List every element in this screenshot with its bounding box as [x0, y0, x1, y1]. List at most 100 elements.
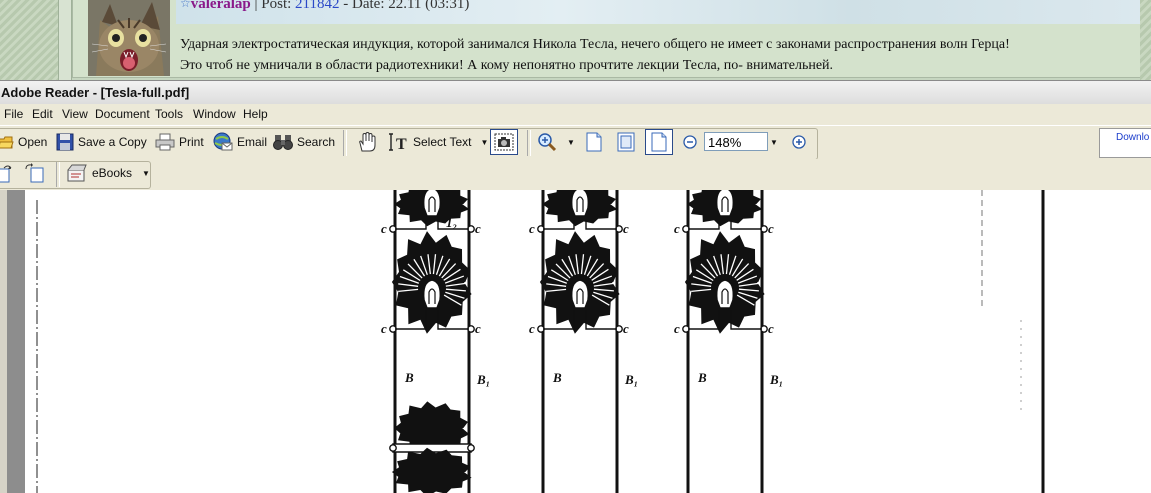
navigation-pane-track: [0, 190, 7, 493]
post-label: Post:: [261, 0, 292, 12]
navigation-pane-gutter[interactable]: [7, 190, 25, 493]
figure-terminal: [467, 444, 475, 452]
zoom-tool-dropdown-arrow-icon[interactable]: ▼: [567, 138, 575, 147]
figure-label-c: c: [768, 321, 774, 336]
camera-icon: [494, 133, 514, 151]
search-button[interactable]: Search: [273, 131, 335, 153]
rotate-button[interactable]: [0, 162, 18, 184]
zoom-level-input[interactable]: 148%: [704, 132, 768, 151]
post-body: Ударная электростатическая индукция, кот…: [180, 34, 1135, 76]
page-fit-icon: [617, 132, 635, 152]
toolbar-separator: [527, 130, 531, 156]
ebooks-label: eBooks: [92, 166, 133, 180]
menu-tools[interactable]: Tools: [155, 107, 183, 121]
rotate-page-left-icon: [25, 163, 44, 183]
printer-icon: [155, 133, 175, 151]
figure-label-c: c: [475, 221, 481, 236]
zoom-dropdown-arrow-icon: ▼: [770, 137, 778, 147]
post-author-link[interactable]: valeralap: [191, 0, 251, 12]
fit-page-button[interactable]: [617, 131, 639, 153]
ebooks-dropdown-arrow-icon[interactable]: ▼: [142, 169, 150, 178]
hand-icon: [359, 131, 376, 152]
date-label: Date:: [352, 0, 385, 12]
fit-width-button[interactable]: [645, 129, 673, 155]
document-viewport[interactable]: c c 1₂ c c B B₁ c c c c B B₁ c c c c B B₁: [0, 190, 1151, 493]
save-a-copy-label: Save a Copy: [78, 135, 147, 149]
figure-top-bulb: [422, 190, 442, 217]
actual-size-button[interactable]: [585, 131, 607, 153]
figure-label-c: c: [623, 221, 629, 236]
figure-label-c: c: [623, 321, 629, 336]
figure-label-b1: B₁: [769, 372, 783, 387]
figure-label-b1: B₁: [476, 372, 490, 387]
page-fit-width-icon: [651, 132, 667, 152]
menu-file[interactable]: File: [4, 107, 23, 121]
select-text-button[interactable]: T Select Text ▼: [389, 131, 488, 153]
zoom-out-button[interactable]: [683, 131, 701, 153]
floppy-disk-icon: [56, 133, 74, 151]
snapshot-tool-button[interactable]: [490, 129, 518, 155]
figure-label-b1: B₁: [624, 372, 638, 387]
open-label: Open: [18, 135, 48, 149]
zoom-dropdown-button[interactable]: ▼: [770, 131, 778, 153]
figure-label-c: c: [674, 321, 680, 336]
window-title: Adobe Reader - [Tesla-full.pdf]: [1, 85, 190, 100]
menu-help[interactable]: Help: [243, 107, 268, 121]
menu-edit[interactable]: Edit: [32, 107, 53, 121]
figure-lamp-bulb: [422, 279, 442, 309]
main-toolbar: Open Save a Copy Print Email Search T Se…: [0, 125, 1151, 160]
forum-post-strip: ☆valeralap | Post: 211842 - Date: 22.11 …: [0, 0, 1151, 80]
svg-text:T: T: [396, 136, 407, 152]
post-date: 22.11 (03:31): [388, 0, 470, 12]
open-button[interactable]: Open: [0, 131, 47, 153]
figure-label-b: B: [404, 370, 414, 385]
figure-label-c: c: [674, 221, 680, 236]
select-text-label: Select Text: [413, 135, 472, 149]
text-cursor-icon: T: [389, 133, 407, 152]
save-a-copy-button[interactable]: Save a Copy: [56, 131, 147, 153]
ebooks-button[interactable]: eBooks ▼: [66, 162, 150, 184]
zoom-in-button[interactable]: [792, 131, 810, 153]
email-label: Email: [237, 135, 268, 149]
window-titlebar[interactable]: Adobe Reader - [Tesla-full.pdf]: [0, 80, 1151, 105]
forum-column-border: [58, 0, 72, 80]
zoom-in-tool-button[interactable]: ▼: [537, 131, 575, 153]
figure-label-1-2: 1₂: [446, 215, 457, 230]
zoom-out-minus-icon: [683, 135, 697, 149]
avatar[interactable]: [88, 0, 170, 76]
post-number-link[interactable]: 211842: [295, 0, 339, 12]
open-folder-icon: [0, 136, 14, 149]
tesla-lamp-figure: c c 1₂ c c B B₁ c c c c B B₁ c c c c B B₁: [36, 190, 1045, 493]
select-text-dropdown-arrow-icon[interactable]: ▼: [480, 138, 488, 147]
toolbar-separator: [343, 130, 347, 156]
figure-terminal: [389, 444, 397, 452]
pdf-page: c c 1₂ c c B B₁ c c c c B B₁ c c c c B B₁: [25, 190, 1151, 493]
print-button[interactable]: Print: [155, 131, 204, 153]
page-actual-size-icon: [586, 132, 602, 152]
menu-window[interactable]: Window: [193, 107, 236, 121]
download-link[interactable]: Downlo: [1099, 128, 1151, 158]
figure-top-bulb: [570, 190, 590, 217]
user-star-icon: ☆: [180, 0, 191, 10]
forum-background-right: [1140, 0, 1151, 80]
rotate-page-icon: [0, 165, 12, 183]
menu-view[interactable]: View: [62, 107, 88, 121]
magnifier-plus-icon: [538, 133, 557, 152]
menu-document[interactable]: Document: [95, 107, 150, 121]
zoom-in-plus-icon: [792, 135, 806, 149]
figure-bottom-bar: [392, 443, 472, 453]
figure-lamp-bulb: [570, 279, 590, 309]
figure-label-c: c: [529, 321, 535, 336]
rotate-counterclockwise-button[interactable]: [24, 162, 50, 184]
post-text-line-1: Ударная электростатическая индукция, кот…: [180, 37, 1010, 52]
toolbar-separator: [56, 161, 60, 187]
email-button[interactable]: Email: [213, 131, 267, 153]
email-globe-icon: [213, 132, 233, 151]
figure-label-c: c: [768, 221, 774, 236]
print-label: Print: [179, 135, 204, 149]
forum-background: [0, 0, 58, 80]
post-header: ☆valeralap | Post: 211842 - Date: 22.11 …: [180, 0, 469, 13]
download-link-label: Downlo: [1116, 132, 1150, 143]
figure-bottom-glow-lower: [391, 447, 472, 493]
hand-tool-button[interactable]: [356, 131, 382, 153]
